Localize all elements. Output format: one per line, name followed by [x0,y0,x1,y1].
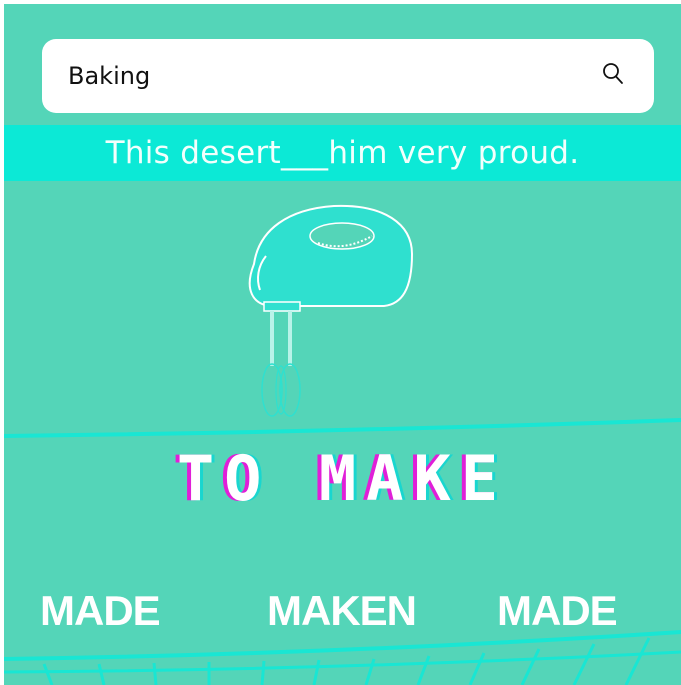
search-query-text[interactable]: Baking [68,62,150,90]
answer-option-2[interactable]: MAKEN [267,587,417,635]
verb-prompt-title: TO MAKE [176,442,509,515]
answer-option-1[interactable]: MADE [40,587,161,635]
hand-mixer-icon [248,204,414,417]
quiz-card: Baking This desert___him very proud. TO … [4,4,681,685]
search-bar[interactable]: Baking [42,39,654,113]
question-sentence: This desert___him very proud. [105,135,580,171]
answer-option-3[interactable]: MADE [497,587,618,635]
search-icon[interactable] [600,61,626,91]
question-band: This desert___him very proud. [4,125,681,181]
